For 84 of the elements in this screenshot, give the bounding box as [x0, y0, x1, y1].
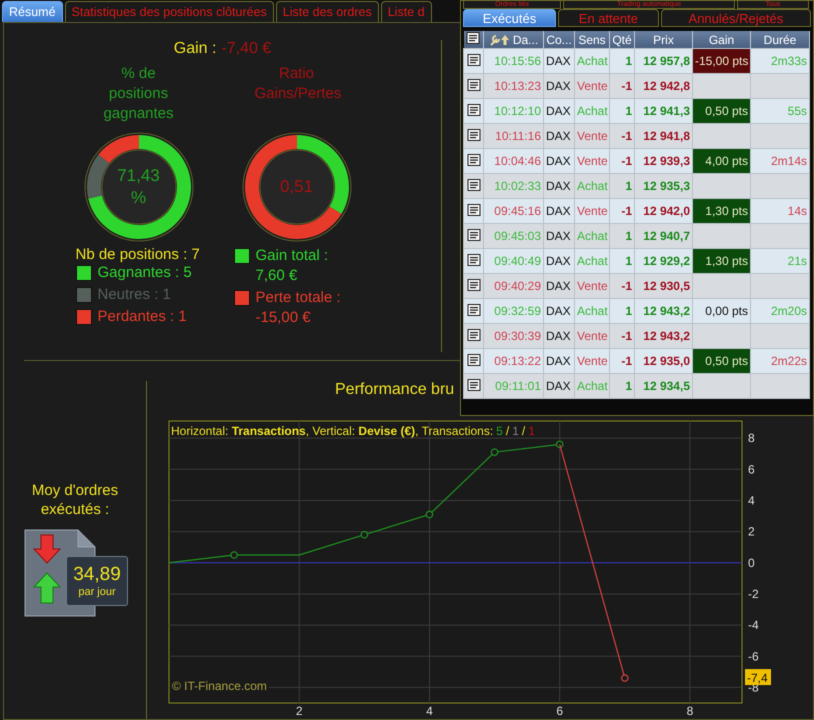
column-header[interactable]: Durée [750, 31, 810, 48]
document-icon[interactable] [466, 254, 480, 266]
document-icon[interactable] [466, 178, 480, 190]
document-icon[interactable] [466, 32, 480, 44]
column-header[interactable]: Da... [484, 31, 544, 48]
column-header[interactable]: Prix [634, 31, 692, 48]
document-icon[interactable] [466, 354, 480, 366]
y-tick-label: 8 [748, 431, 755, 446]
tab[interactable]: Statistiques des positions clôturées [64, 1, 274, 22]
tab[interactable]: Liste des ordres [276, 1, 379, 22]
column-header[interactable]: Qté [610, 31, 634, 48]
gain-cell: 0,50 pts [692, 98, 750, 124]
transaction-count: 5 [496, 424, 503, 438]
column-header[interactable] [464, 31, 484, 48]
tab[interactable]: Résumé [2, 1, 63, 22]
ring-title: Ratio Gains/Pertes [254, 64, 338, 104]
document-icon[interactable] [466, 54, 480, 66]
data-point [230, 551, 238, 559]
gain-cell: 1,30 pts [692, 248, 750, 274]
column-header[interactable]: Sens [574, 31, 610, 48]
column-header[interactable]: Co... [544, 31, 574, 48]
gain-cell: -15,00 pts [692, 48, 750, 74]
legend-label: Perte totale : -15,00 € [256, 288, 342, 328]
y-tick-label: 2 [748, 524, 755, 539]
code-cell: DAX [544, 374, 574, 398]
chart-caption: Horizontal: Transactions, Vertical: Devise (€), Transactions: [171, 424, 494, 438]
positions-count: Nb de positions : 7 [76, 246, 201, 263]
data-point [360, 530, 368, 539]
y-tick-label: 4 [748, 493, 755, 508]
tab[interactable]: Liste d [380, 1, 432, 22]
data-point [621, 674, 629, 682]
chart-title: Performance bru [335, 381, 454, 400]
data-point [556, 440, 564, 448]
transaction-count: 1 [528, 424, 535, 438]
document-icon[interactable] [466, 154, 480, 166]
y-tick-label: 0 [748, 556, 755, 570]
ring-value: 71,43 % [116, 165, 161, 209]
legend-label: Gagnantes : 5 [98, 263, 192, 283]
count-separator: / [506, 424, 510, 438]
price-cell: 12 934,5 [634, 374, 692, 398]
column-header[interactable]: Gain [692, 31, 750, 48]
ring-title: % de positions gagnantes [102, 64, 175, 124]
gain-cell: 4,00 pts [692, 148, 750, 174]
x-tick-label: 8 [686, 704, 694, 717]
document-icon[interactable] [466, 328, 480, 340]
y-tick-label: -2 [748, 586, 759, 601]
legend-label: Perdantes : 1 [98, 307, 187, 327]
document-icon[interactable] [466, 78, 480, 90]
quantity-cell: 1 [610, 374, 634, 398]
count-separator: / [522, 424, 526, 438]
orders-average-label: Moy d'ordres exécutés : [30, 481, 120, 519]
document-icon[interactable] [466, 128, 480, 140]
document-icon[interactable] [466, 104, 480, 116]
data-point [426, 510, 434, 518]
data-point [490, 448, 498, 456]
legend-label: Neutres : 1 [98, 285, 171, 305]
y-tick-label: -4 [748, 618, 759, 632]
y-tick-label: 6 [748, 462, 755, 476]
tab[interactable]: Annulés/Rejetés [660, 9, 811, 27]
transaction-count: 1 [512, 424, 519, 438]
x-tick-label: 2 [296, 704, 303, 717]
legend-label: Gain total : 7,60 € [256, 246, 330, 286]
document-icon[interactable] [466, 278, 480, 290]
wrench-sort-icon [488, 34, 511, 46]
tab[interactable]: En attente [558, 9, 659, 27]
document-icon[interactable] [466, 204, 480, 216]
rate-value: 34,89 [73, 564, 121, 586]
time-cell: 09:11:01 [484, 374, 544, 398]
gain-label: Gain : [174, 40, 216, 58]
tab[interactable]: Exécutés [463, 9, 556, 27]
rate-unit: par jour [78, 586, 116, 598]
y-tick-label: -6 [748, 649, 759, 664]
gain-value: -7,40 € [221, 40, 272, 58]
ring-value: 0,51 [278, 176, 314, 198]
document-icon[interactable] [466, 378, 480, 390]
document-icon[interactable] [466, 304, 480, 316]
document-icon[interactable] [466, 228, 480, 240]
gain-cell: 0,50 pts [692, 348, 750, 374]
x-tick-label: 4 [426, 704, 433, 717]
side-cell: Achat [574, 374, 610, 398]
x-tick-label: 6 [556, 704, 564, 717]
gain-cell: 1,30 pts [692, 198, 750, 224]
value-badge: -7,4 [745, 669, 771, 686]
chart-credit: © IT-Finance.com [170, 679, 269, 693]
